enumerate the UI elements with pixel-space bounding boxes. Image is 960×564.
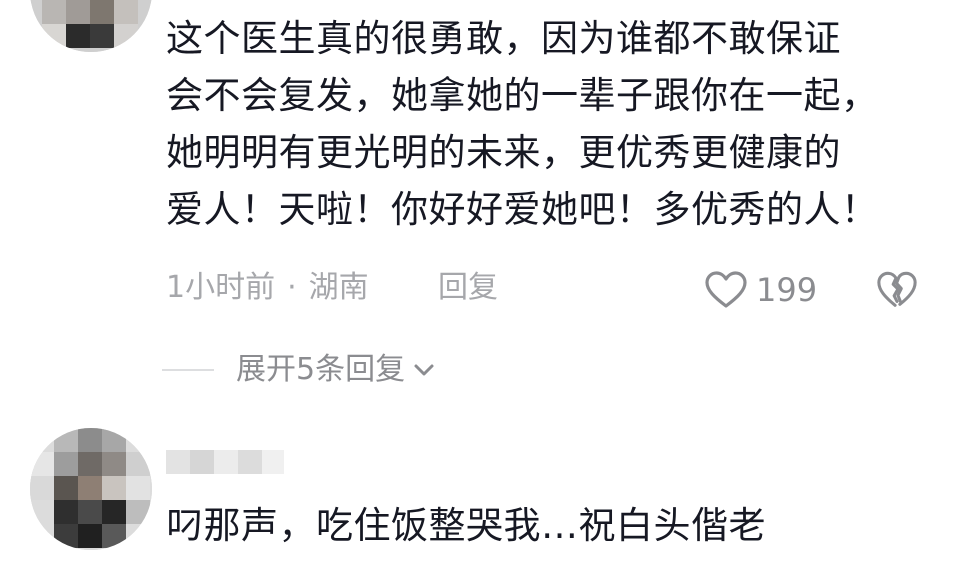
expand-replies-label: 展开5条回复 [236, 352, 406, 387]
reply-button[interactable]: 回复 [438, 268, 498, 308]
username-blurred[interactable] [166, 446, 284, 478]
divider-line [162, 369, 214, 371]
comment-meta: 1小时前 · 湖南 [166, 268, 369, 308]
comment-text: 这个医生真的很勇敢，因为谁都不敢保证 会不会复发，她拿她的一辈子跟你在一起， 她… [166, 17, 879, 231]
avatar[interactable] [30, 428, 152, 550]
meta-separator: · [287, 270, 297, 305]
comment-text: 叼那声，吃住饭整哭我…祝白头偕老 [166, 504, 766, 547]
comment-location: 湖南 [308, 270, 369, 305]
chevron-down-icon [414, 364, 434, 376]
heart-outline-icon [705, 271, 747, 308]
dislike-button[interactable] [876, 269, 918, 311]
expand-replies-button[interactable]: 展开5条回复 [162, 348, 437, 392]
avatar[interactable] [30, 0, 152, 52]
like-button[interactable]: 199 [704, 268, 817, 312]
broken-heart-icon [877, 271, 917, 307]
like-count: 199 [756, 271, 818, 309]
comment-time: 1小时前 [166, 270, 276, 305]
